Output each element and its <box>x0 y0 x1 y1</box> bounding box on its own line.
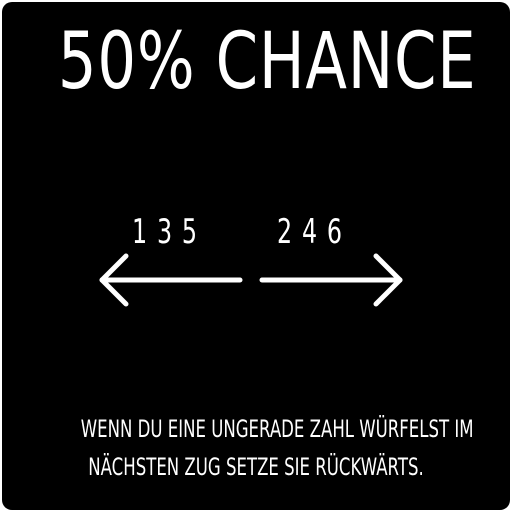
message-line-2: NÄCHSTEN ZUG SETZE SIE RÜCKWÄRTS. <box>88 453 424 481</box>
direction-arrows <box>99 253 403 307</box>
card-message: WENN DU EINE UNGERADE ZAHL WÜRFELST IM N… <box>2 410 510 486</box>
card-title: 50% CHANCE <box>57 17 477 107</box>
message-line-1: WENN DU EINE UNGERADE ZAHL WÜRFELST IM <box>80 415 474 443</box>
arrow-left-icon <box>99 253 243 307</box>
arrow-right-icon <box>259 253 403 307</box>
chance-card: 50% CHANCE 135 246 WENN DU EINE UNGERADE… <box>2 2 510 510</box>
